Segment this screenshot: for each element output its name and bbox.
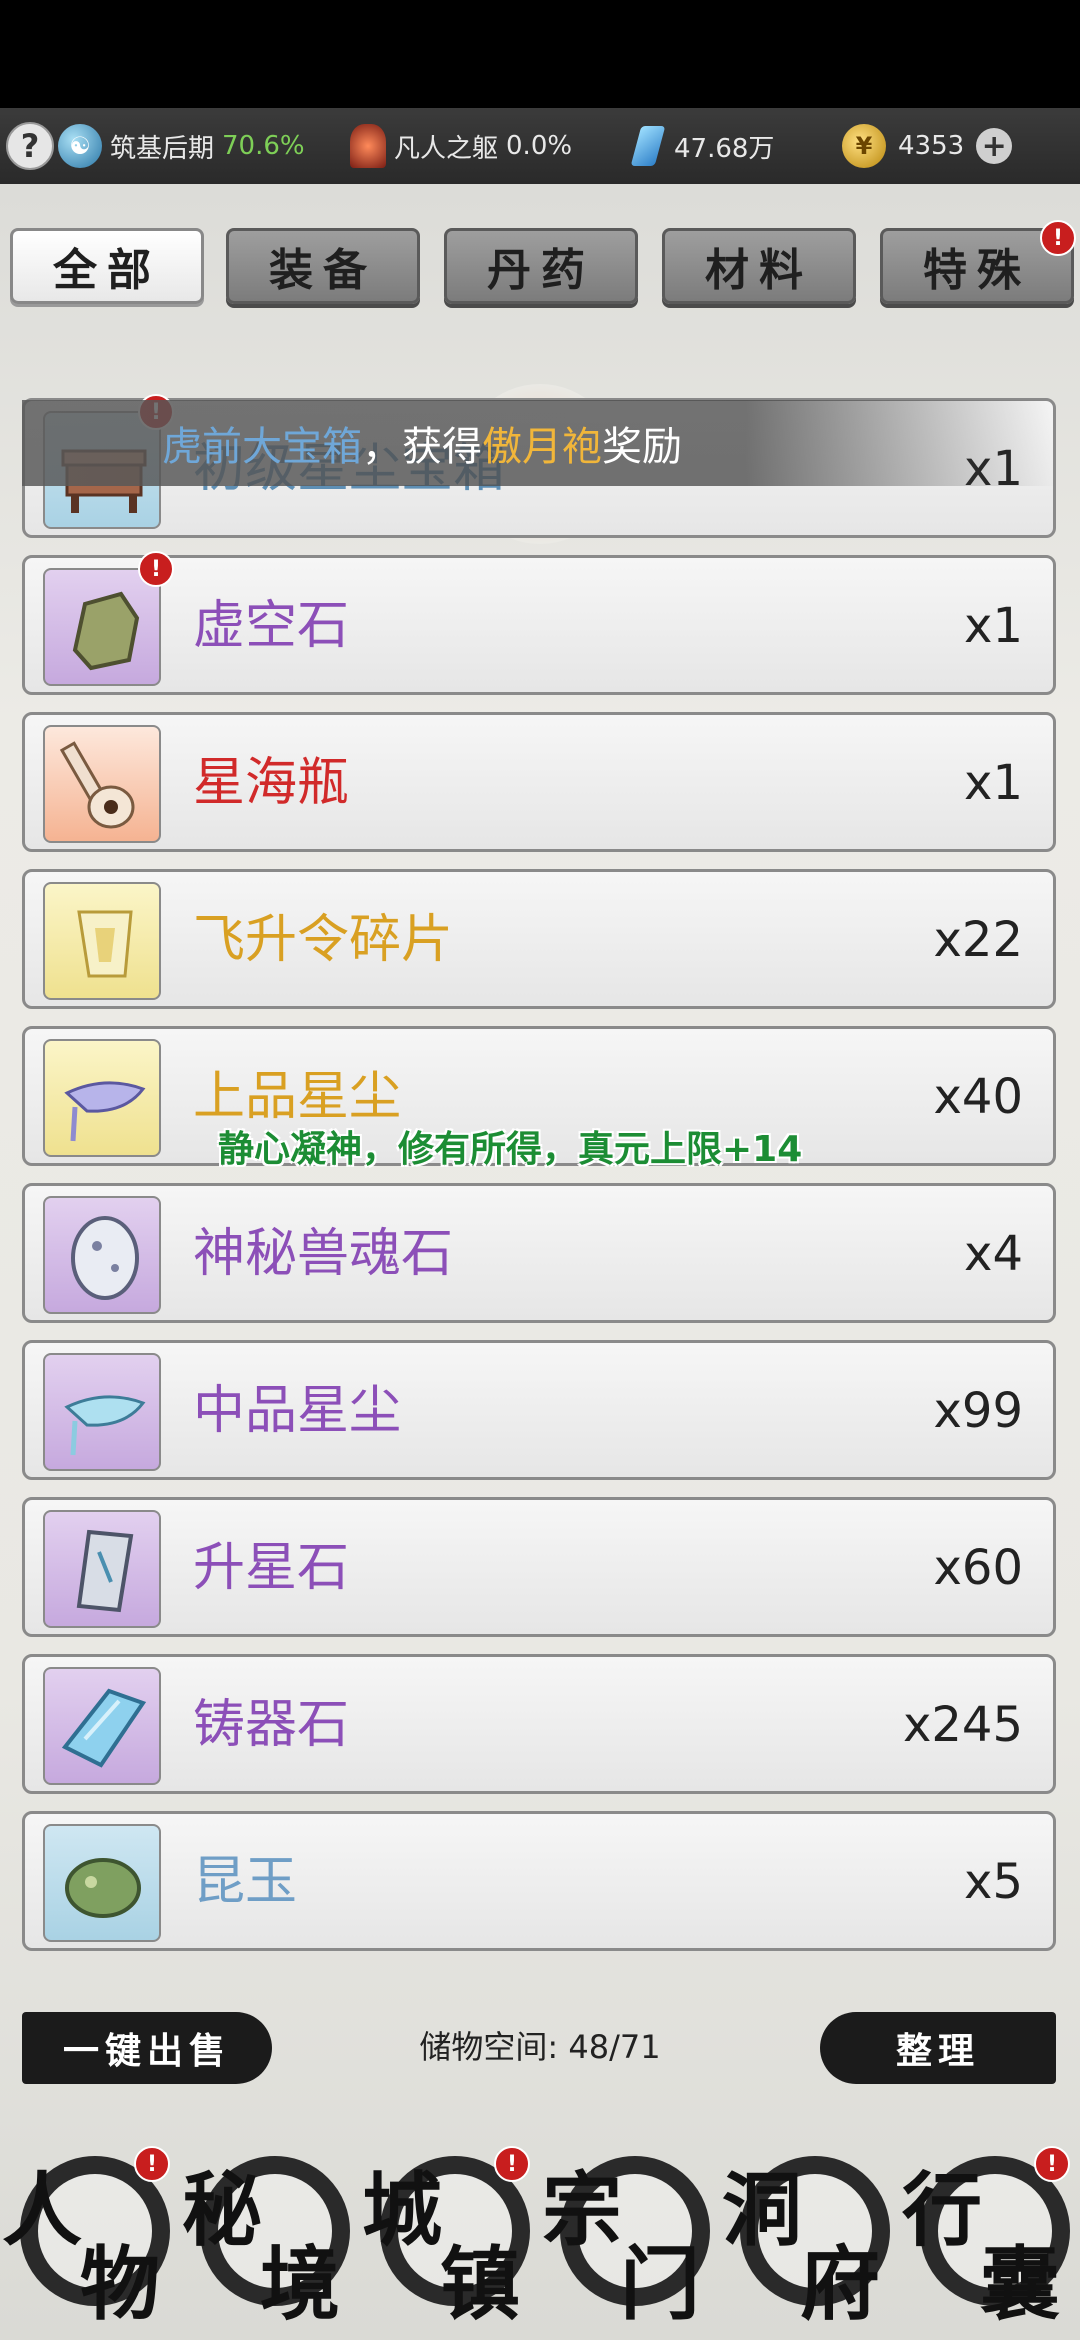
help-button[interactable]: ? — [6, 108, 54, 184]
tab-materials[interactable]: 材料 — [662, 228, 856, 304]
body-status[interactable]: 凡人之躯 0.0% — [350, 108, 572, 184]
toast-mid: ，获得 — [362, 424, 482, 470]
realm-status[interactable]: ☯ 筑基后期 70.6% — [58, 108, 305, 184]
organize-button[interactable]: 整理 — [820, 2012, 1056, 2084]
nav-char-2: 境 — [260, 2237, 340, 2331]
item-icon-bottle — [43, 725, 161, 843]
item-quantity: x22 — [933, 912, 1023, 968]
item-name: 星海瓶 — [193, 753, 350, 813]
nav-sect[interactable]: 宗 门 — [540, 2136, 720, 2336]
item-row[interactable]: 昆玉 x5 — [22, 1811, 1056, 1951]
nav-char-1: 宗 — [542, 2163, 622, 2257]
item-quantity: x5 — [964, 1854, 1023, 1910]
item-row[interactable]: 飞升令碎片 x22 — [22, 869, 1056, 1009]
body-label: 凡人之躯 — [394, 133, 499, 164]
realm-progress: 70.6% — [222, 131, 305, 161]
nav-char-1: 秘 — [182, 2163, 262, 2257]
nav-char-2: 府 — [800, 2237, 880, 2331]
item-quantity: x99 — [933, 1383, 1023, 1439]
item-name: 飞升令碎片 — [193, 910, 454, 970]
body-icon — [350, 124, 386, 168]
cultivation-icon: ☯ — [58, 124, 102, 168]
reward-toast: 虎前大宝箱 ，获得 傲月袍 奖励 — [22, 400, 1056, 486]
tab-pills[interactable]: 丹药 — [444, 228, 638, 304]
nav-character[interactable]: 人 物 ! — [0, 2136, 180, 2336]
toast-item: 傲月袍 — [482, 424, 602, 470]
help-icon[interactable]: ? — [6, 122, 54, 170]
item-quantity: x1 — [964, 598, 1023, 654]
item-quantity: x40 — [933, 1069, 1023, 1125]
item-icon-star-upgrade-stone — [43, 1510, 161, 1628]
item-icon-stone — [43, 568, 161, 686]
item-icon-beast-soul-stone — [43, 1196, 161, 1314]
spirit-stone-amount: 47.68万 — [674, 133, 775, 164]
item-row[interactable]: 升星石 x60 — [22, 1497, 1056, 1637]
item-quantity: x1 — [964, 755, 1023, 811]
tab-equipment[interactable]: 装备 — [226, 228, 420, 304]
nav-char-1: 行 — [902, 2163, 982, 2257]
item-row[interactable]: 中品星尘 x99 — [22, 1340, 1056, 1480]
nav-char-2: 物 — [80, 2237, 160, 2331]
item-name: 铸器石 — [193, 1695, 350, 1755]
body-progress: 0.0% — [506, 131, 573, 161]
item-icon-forging-stone — [43, 1667, 161, 1785]
coin-amount: 4353 — [898, 131, 965, 161]
nav-alert-badge: ! — [494, 2146, 530, 2182]
item-icon-stardust — [43, 1039, 161, 1157]
item-quantity: x4 — [964, 1226, 1023, 1282]
coin-counter[interactable]: ¥ 4353 + — [842, 108, 1013, 184]
crystal-icon — [630, 126, 666, 166]
toast-source: 虎前大宝箱 — [162, 424, 362, 470]
coin-icon: ¥ — [842, 124, 886, 168]
spirit-stone-counter[interactable]: 47.68万 — [630, 108, 775, 184]
nav-town[interactable]: 城 镇 ! — [360, 2136, 540, 2336]
item-quantity: x245 — [902, 1697, 1023, 1753]
nav-inventory[interactable]: 行 囊 ! — [900, 2136, 1080, 2336]
item-name: 神秘兽魂石 — [193, 1224, 454, 1284]
nav-char-1: 人 — [2, 2163, 82, 2257]
item-icon-jade — [43, 1824, 161, 1942]
nav-secret-realm[interactable]: 秘 境 — [180, 2136, 360, 2336]
add-coins-icon[interactable]: + — [976, 128, 1013, 164]
nav-alert-badge: ! — [1034, 2146, 1070, 2182]
nav-char-2: 囊 — [980, 2237, 1060, 2331]
item-name: 升星石 — [193, 1538, 350, 1598]
item-name: 昆玉 — [193, 1852, 298, 1912]
resource-bar: ? ☯ 筑基后期 70.6% 凡人之躯 0.0% 47.68万 ¥ 4353 + — [0, 108, 1080, 184]
nav-char-1: 城 — [362, 2163, 442, 2257]
tab-all[interactable]: 全部 — [10, 228, 204, 304]
nav-cave-dwelling[interactable]: 洞 府 — [720, 2136, 900, 2336]
item-row[interactable]: 神秘兽魂石 x4 — [22, 1183, 1056, 1323]
item-icon-stardust-mid — [43, 1353, 161, 1471]
item-name: 中品星尘 — [193, 1381, 402, 1441]
item-name: 虚空石 — [193, 596, 350, 656]
realm-label: 筑基后期 — [110, 133, 215, 164]
tab-special-alert-badge: ! — [1040, 220, 1076, 256]
nav-char-2: 镇 — [440, 2237, 520, 2331]
cultivation-float-text: 静心凝神，修有所得，真元上限+14 — [218, 1129, 803, 1170]
item-alert-badge: ! — [138, 551, 174, 587]
nav-char-1: 洞 — [722, 2163, 802, 2257]
nav-char-2: 门 — [620, 2237, 700, 2331]
nav-alert-badge: ! — [134, 2146, 170, 2182]
toast-suffix: 奖励 — [602, 424, 682, 470]
item-quantity: x60 — [933, 1540, 1023, 1596]
item-icon-token-shard — [43, 882, 161, 1000]
item-row[interactable]: 铸器石 x245 — [22, 1654, 1056, 1794]
item-row[interactable]: 虚空石 x1 — [22, 555, 1056, 695]
item-row[interactable]: 星海瓶 x1 — [22, 712, 1056, 852]
